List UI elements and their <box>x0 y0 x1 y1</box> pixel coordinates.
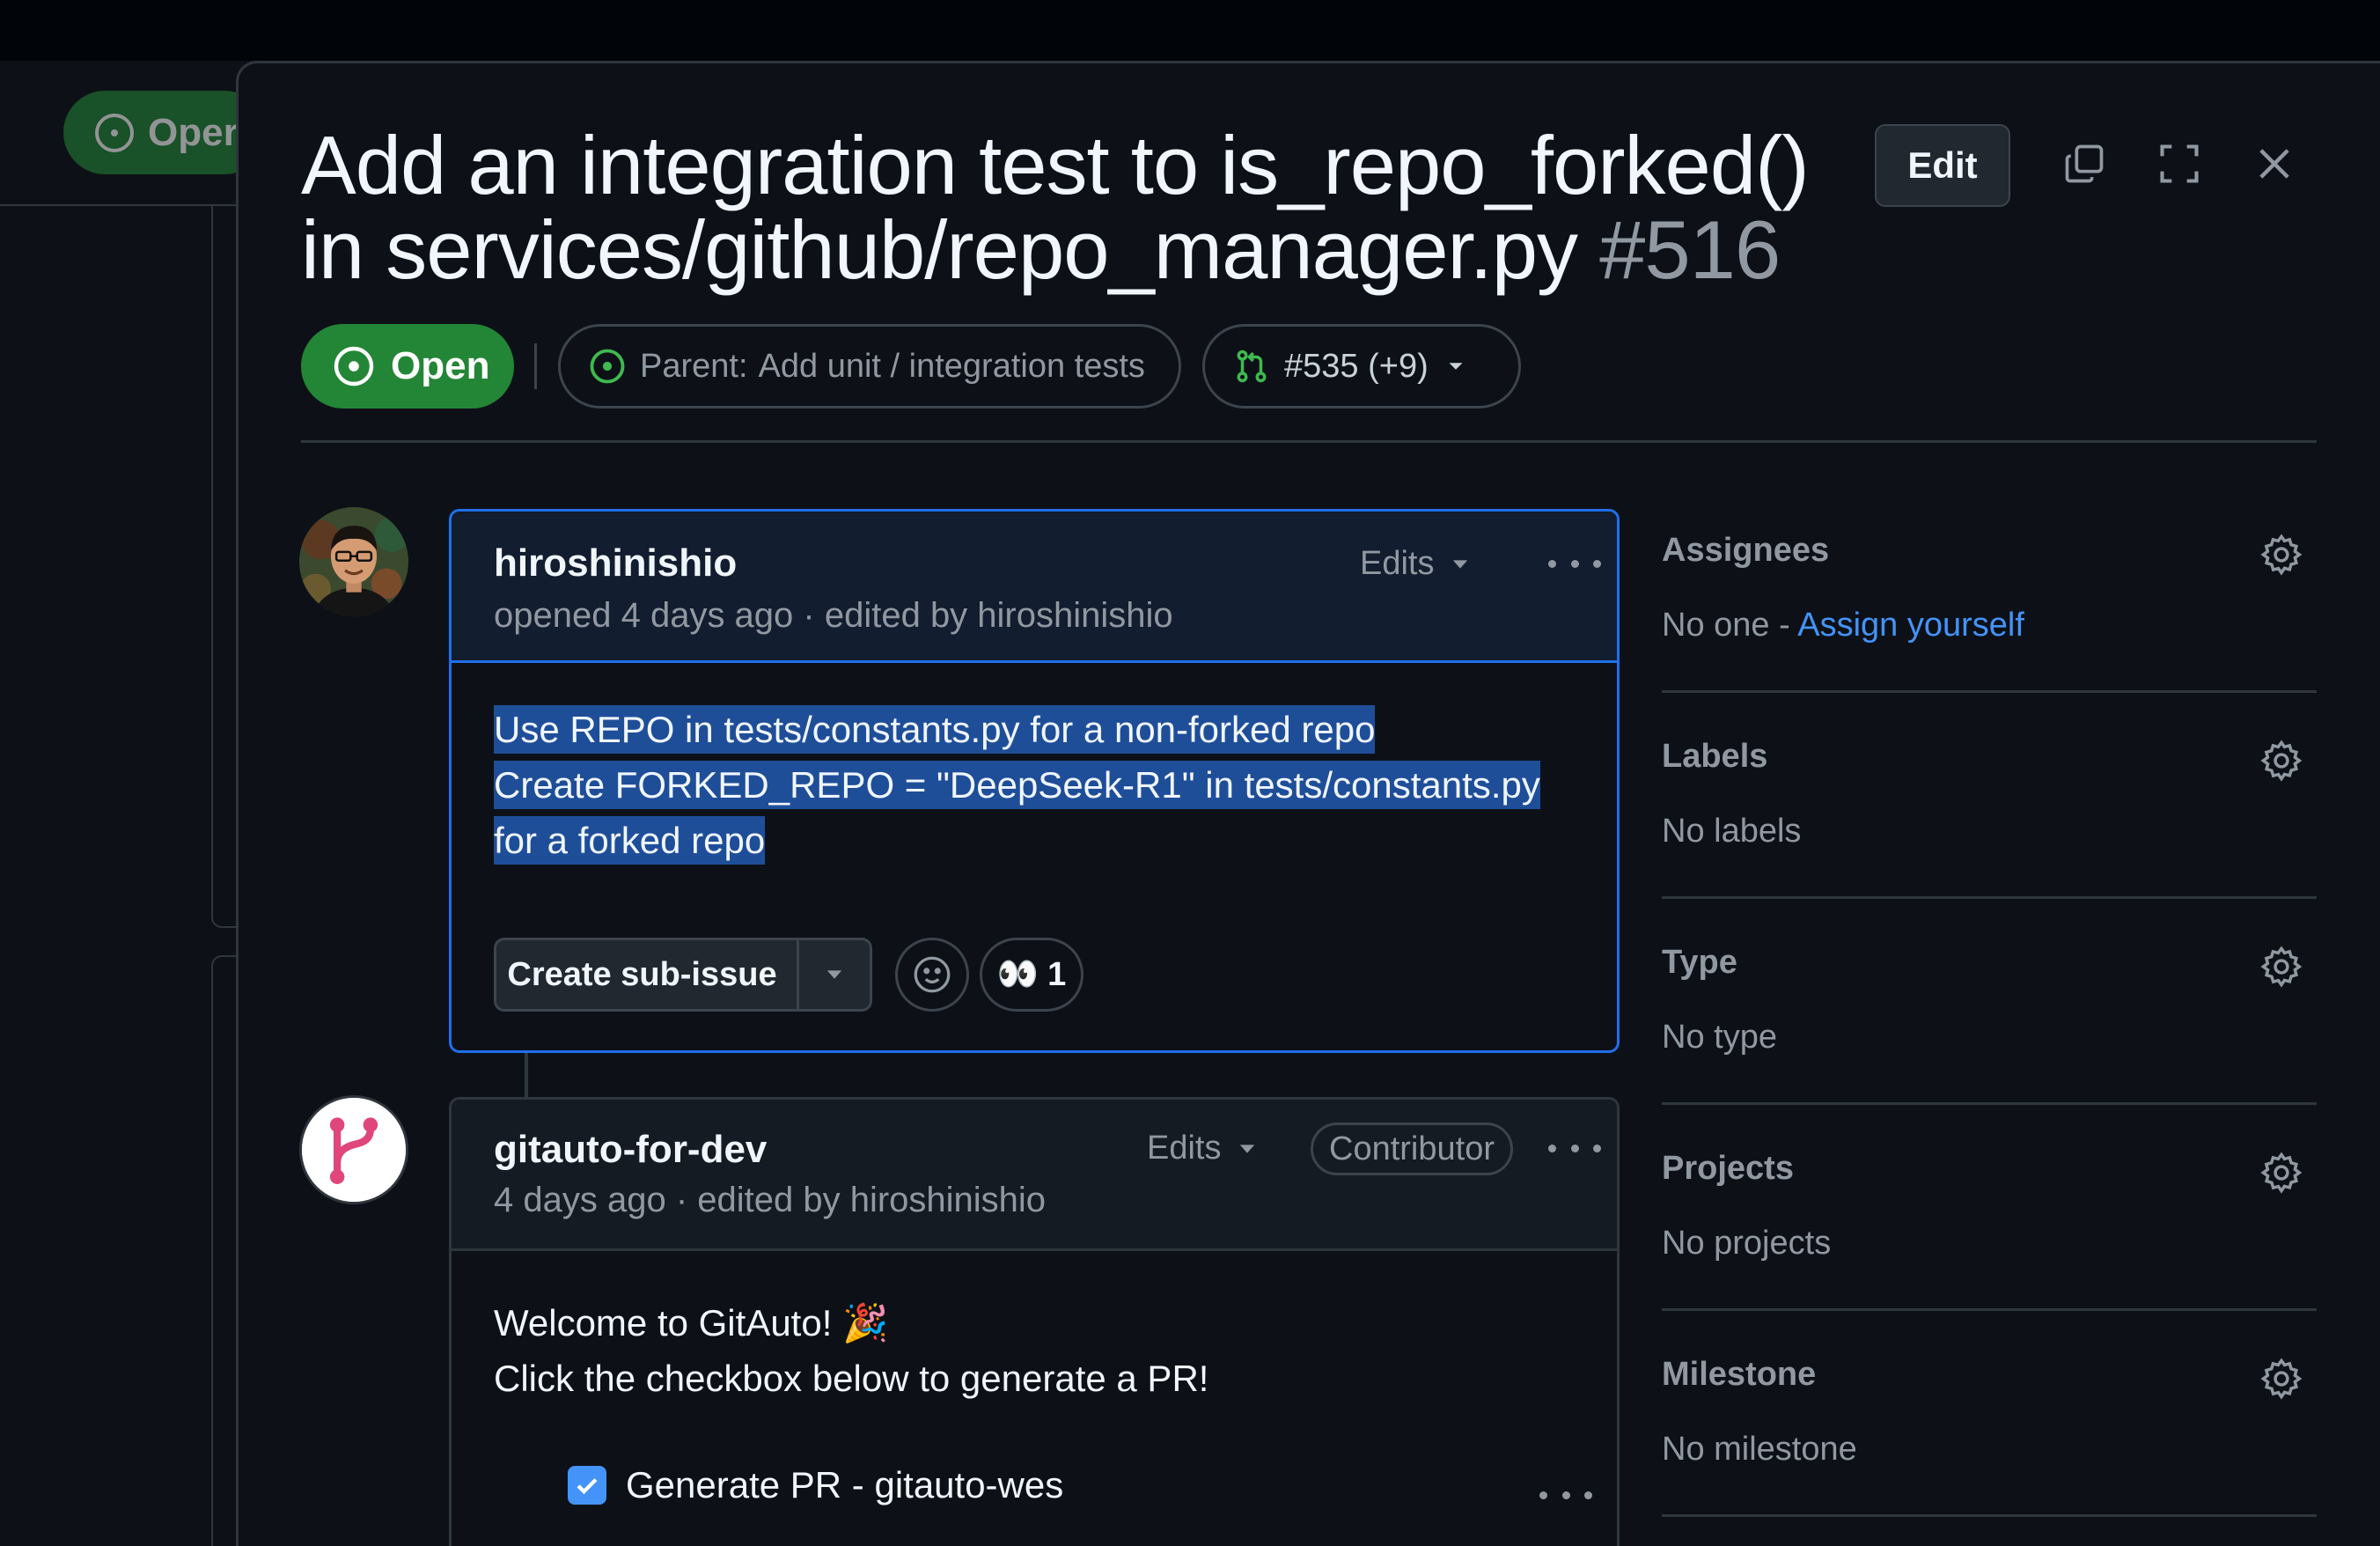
user-photo <box>299 507 408 616</box>
edits-history-dropdown[interactable]: Edits <box>1360 545 1473 583</box>
body-line: Use REPO in tests/constants.py for a non… <box>494 705 1376 754</box>
chevron-down-icon <box>1449 363 1463 370</box>
pull-request-icon <box>1237 350 1267 383</box>
sidebar-value: No type <box>1662 1019 1777 1056</box>
sidebar-projects: Projects No projects <box>1662 1150 2317 1263</box>
checkmark-icon <box>577 1478 598 1495</box>
gear-icon[interactable] <box>2259 1356 2304 1402</box>
linked-pull-requests-chip[interactable]: #535 (+9) <box>1202 324 1521 409</box>
gear-icon[interactable] <box>2259 532 2304 578</box>
create-sub-issue-button[interactable]: Create sub-issue <box>494 938 872 1012</box>
gear-icon[interactable] <box>2259 1150 2304 1196</box>
sidebar-title: Projects <box>1662 1150 1794 1187</box>
issue-number: #516 <box>1599 203 1781 296</box>
sidebar-milestone: Milestone No milestone <box>1662 1356 2317 1469</box>
body-line: Create FORKED_REPO = "DeepSeek-R1" in te… <box>494 761 1540 809</box>
sidebar-value: No milestone <box>1662 1431 1857 1468</box>
create-sub-issue-label: Create sub-issue <box>507 955 777 993</box>
comment-author[interactable]: gitauto-for-dev <box>494 1128 767 1172</box>
issue-state-badge: Open <box>301 324 514 409</box>
chevron-down-icon <box>826 970 842 979</box>
comment-options-button[interactable] <box>1548 1135 1601 1161</box>
fullscreen-button[interactable] <box>2148 132 2211 195</box>
sidebar-title: Labels <box>1662 738 1768 775</box>
comment-author[interactable]: hiroshinishio <box>494 541 737 585</box>
sidebar-divider <box>1662 896 2317 899</box>
copy-link-button[interactable] <box>2053 132 2116 195</box>
issue-body-comment: hiroshinishio opened 4 days ago · edited… <box>449 509 1620 1053</box>
copy-icon <box>2065 144 2104 183</box>
git-branch-logo-icon <box>302 1098 406 1202</box>
top-bar <box>0 0 2380 61</box>
checkbox-label: Generate PR - gitauto-wes <box>626 1464 1064 1506</box>
comment-body: Use REPO in tests/constants.py for a non… <box>494 702 1540 868</box>
avatar-hiroshinishio[interactable] <box>299 507 408 616</box>
issue-title-text: Add an integration test to is_repo_forke… <box>301 119 1810 296</box>
sidebar-value: No one - Assign yourself <box>1662 607 2317 644</box>
sidebar-value: No labels <box>1662 813 1802 850</box>
assign-yourself-link[interactable]: Assign yourself <box>1797 607 2024 644</box>
sidebar-labels: Labels No labels <box>1662 738 2317 850</box>
background-state-label: Oper <box>148 110 239 154</box>
issue-title: Add an integration test to is_repo_forke… <box>301 123 1833 292</box>
edits-label: Edits <box>1147 1130 1222 1167</box>
background-divider <box>0 204 238 206</box>
sidebar-value: No projects <box>1662 1225 1832 1262</box>
issue-open-icon <box>95 113 134 152</box>
comment-body: Welcome to GitAuto! 🎉 Click the checkbox… <box>494 1295 1208 1406</box>
task-options-button[interactable] <box>1539 1482 1592 1508</box>
timeline-connector <box>525 1053 528 1099</box>
gear-icon[interactable] <box>2259 944 2304 990</box>
comment-header <box>452 512 1617 663</box>
close-icon <box>2259 149 2289 179</box>
sidebar-divider <box>1662 1514 2317 1517</box>
reaction-count: 1 <box>1047 955 1067 993</box>
comment-meta: opened 4 days ago · edited by hiroshinis… <box>494 596 1173 635</box>
comment-options-button[interactable] <box>1548 550 1601 577</box>
sidebar-title: Assignees <box>1662 532 1830 569</box>
eyes-reaction-button[interactable]: 👀 1 <box>980 938 1083 1012</box>
issue-open-icon <box>590 349 625 384</box>
smiley-icon <box>914 956 951 993</box>
sidebar-assignees: Assignees No one - Assign yourself <box>1662 532 2317 644</box>
reaction-emoji: 👀 <box>996 956 1039 993</box>
sidebar-divider <box>1662 1102 2317 1105</box>
header-divider <box>301 440 2317 443</box>
sidebar-title: Type <box>1662 944 1737 981</box>
divider <box>534 343 537 389</box>
generate-pr-checkbox[interactable] <box>568 1466 606 1505</box>
contributor-badge: Contributor <box>1311 1123 1513 1175</box>
body-line: Welcome to GitAuto! 🎉 <box>494 1302 889 1344</box>
chevron-down-icon <box>1453 559 1468 569</box>
expand-icon <box>2160 144 2199 183</box>
body-line: Click the checkbox below to generate a P… <box>494 1358 1209 1399</box>
bot-comment: gitauto-for-dev 4 days ago · edited by h… <box>449 1097 1620 1546</box>
body-line: for a forked repo <box>494 816 766 865</box>
linked-pr-label: #535 (+9) <box>1284 347 1429 385</box>
add-reaction-button[interactable] <box>895 938 969 1012</box>
close-panel-button[interactable] <box>2243 132 2306 195</box>
edits-label: Edits <box>1360 545 1435 582</box>
edits-history-dropdown[interactable]: Edits <box>1147 1130 1260 1167</box>
sidebar-divider <box>1662 1308 2317 1311</box>
assignees-value: No one - <box>1662 607 1798 644</box>
issue-open-icon <box>334 346 374 386</box>
parent-issue-chip[interactable]: Parent: Add unit / integration tests <box>558 324 1181 409</box>
chevron-down-icon <box>1240 1144 1255 1153</box>
sub-issue-dropdown-button[interactable] <box>799 962 870 987</box>
parent-title: Add unit / integration tests <box>758 347 1145 385</box>
parent-label: Parent: <box>640 347 748 385</box>
gear-icon[interactable] <box>2259 738 2304 784</box>
edit-title-button[interactable]: Edit <box>1875 124 2010 207</box>
sidebar-divider <box>1662 690 2317 693</box>
issue-state-label: Open <box>391 344 490 387</box>
sidebar-title: Milestone <box>1662 1356 1817 1393</box>
sidebar-type: Type No type <box>1662 944 2317 1056</box>
comment-meta: 4 days ago · edited by hiroshinishio <box>494 1181 1047 1219</box>
avatar-gitauto-for-dev[interactable] <box>299 1095 408 1204</box>
